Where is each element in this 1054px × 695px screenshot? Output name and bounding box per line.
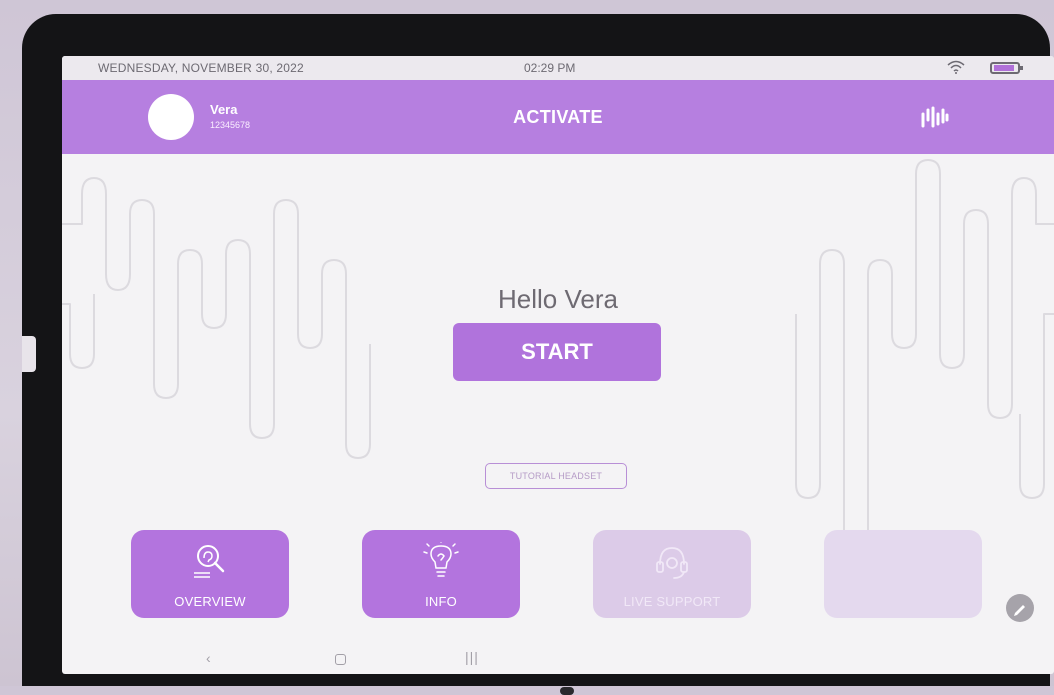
tile-label: LIVE SUPPORT bbox=[623, 594, 721, 609]
greeting: Hello Vera bbox=[498, 284, 618, 314]
tile-label: INFO bbox=[425, 594, 457, 609]
tutorial-headset-button[interactable]: TUTORIAL HEADSET bbox=[485, 463, 627, 489]
status-time: 02:29 PM bbox=[524, 61, 576, 75]
search-brain-icon bbox=[131, 542, 289, 581]
overview-tile[interactable]: OVERVIEW bbox=[131, 530, 289, 618]
main-content: Hello Vera START TUTORIAL HEADSET OVERVI… bbox=[62, 154, 1054, 646]
wifi-icon bbox=[947, 60, 965, 77]
edit-icon[interactable] bbox=[1006, 594, 1034, 622]
status-date: WEDNESDAY, NOVEMBER 30, 2022 bbox=[98, 61, 304, 75]
battery-icon bbox=[990, 62, 1023, 74]
app-header: Vera 12345678 ACTIVATE bbox=[62, 80, 1054, 154]
bottom-sensor bbox=[560, 687, 574, 695]
system-nav-bar: ‹ ||| bbox=[62, 646, 1054, 674]
status-bar: WEDNESDAY, NOVEMBER 30, 2022 02:29 PM bbox=[62, 56, 1054, 80]
info-tile[interactable]: INFO bbox=[362, 530, 520, 618]
waveform-logo-icon bbox=[920, 106, 950, 133]
back-icon[interactable]: ‹ bbox=[206, 650, 211, 666]
recent-apps-icon[interactable]: ||| bbox=[465, 649, 479, 665]
home-icon[interactable] bbox=[335, 654, 346, 665]
lightbulb-icon bbox=[362, 539, 520, 585]
live-support-tile: LIVE SUPPORT bbox=[593, 530, 751, 618]
page-title: ACTIVATE bbox=[513, 107, 603, 127]
empty-tile bbox=[824, 530, 982, 618]
screen: WEDNESDAY, NOVEMBER 30, 2022 02:29 PM Ve… bbox=[62, 56, 1054, 674]
start-button[interactable]: START bbox=[453, 323, 661, 381]
tablet-frame: WEDNESDAY, NOVEMBER 30, 2022 02:29 PM Ve… bbox=[22, 14, 1054, 695]
tile-label: OVERVIEW bbox=[174, 594, 246, 609]
headset-support-icon bbox=[593, 542, 751, 585]
side-connector bbox=[22, 336, 36, 372]
